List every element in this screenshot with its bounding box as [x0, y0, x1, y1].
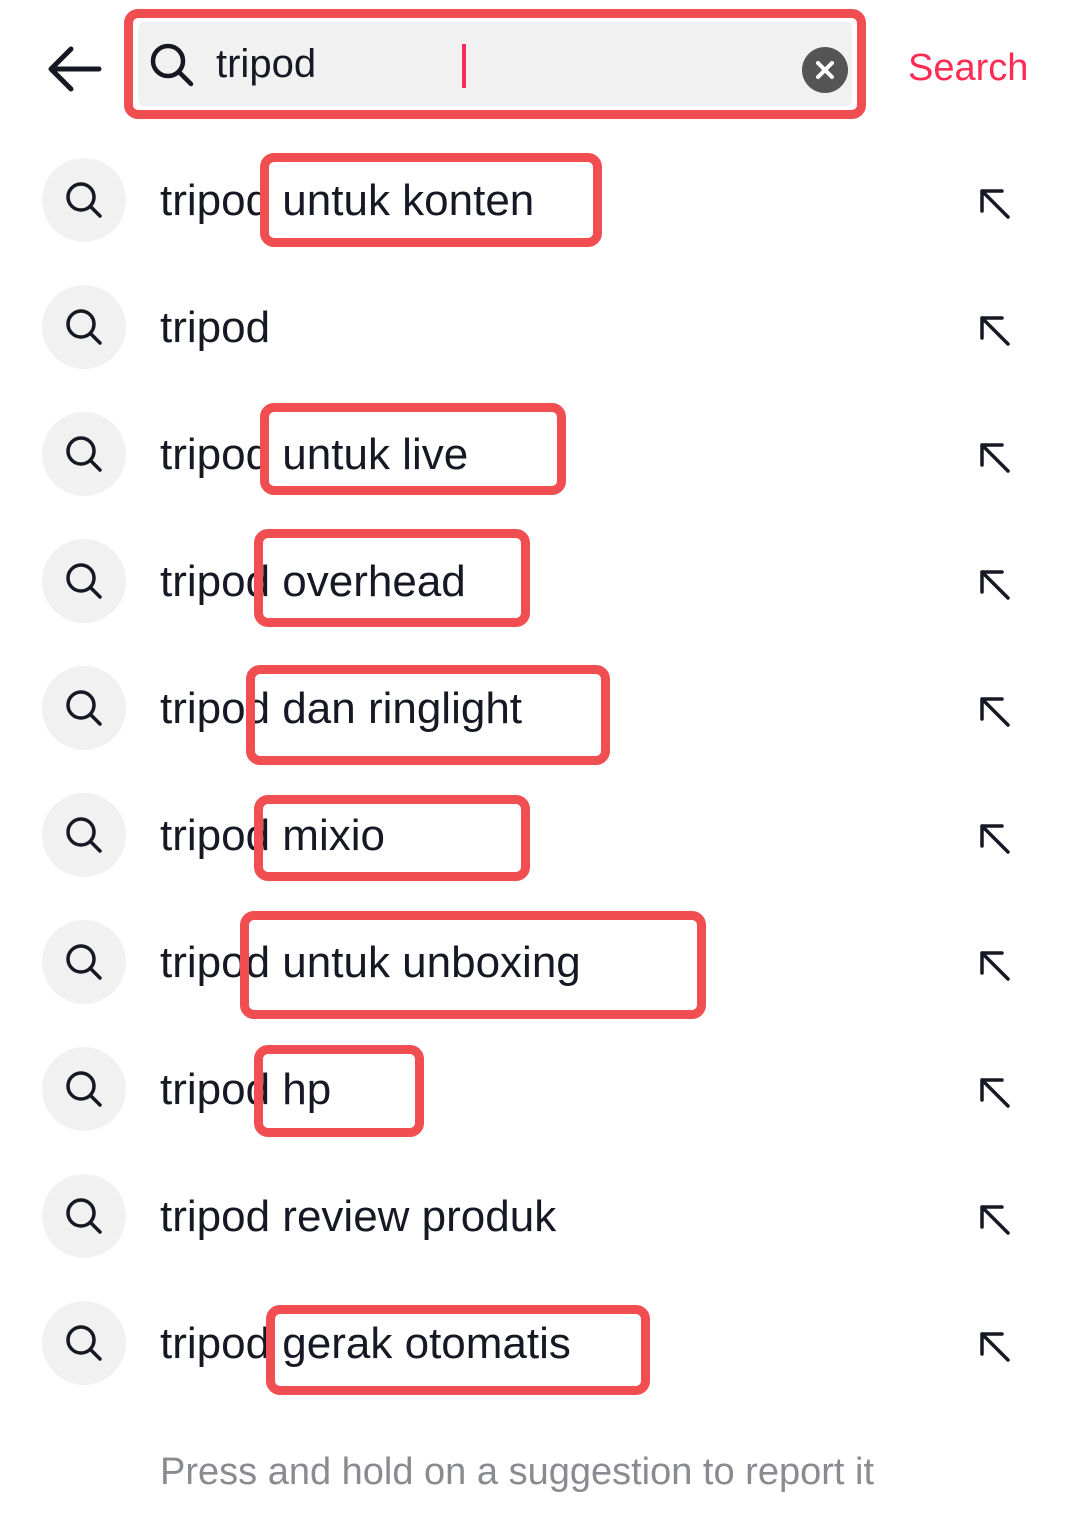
fill-suggestion-button[interactable]: [968, 431, 1020, 483]
suggestion-search-icon-wrap: [42, 1174, 126, 1258]
clear-button[interactable]: [802, 47, 848, 93]
suggestion-query-part: tripod: [160, 811, 271, 860]
suggestion-item[interactable]: tripod dan ringlight: [0, 645, 1080, 772]
suggestion-text: tripod dan ringlight: [160, 683, 522, 735]
suggestion-item[interactable]: tripod untuk unboxing: [0, 899, 1080, 1026]
suggestion-item[interactable]: tripod hp: [0, 1026, 1080, 1153]
suggestion-completion-part: untuk unboxing: [270, 938, 581, 987]
arrow-up-left-icon: [980, 1332, 1010, 1362]
fill-suggestion-button[interactable]: [968, 558, 1020, 610]
fill-suggestion-button[interactable]: [968, 1066, 1020, 1118]
fill-suggestion-button[interactable]: [968, 304, 1020, 356]
search-bar[interactable]: [138, 22, 852, 106]
suggestion-query-part: tripod: [160, 176, 271, 225]
fill-suggestion-button[interactable]: [968, 177, 1020, 229]
suggestion-list: tripod untuk konten tripod tripod untuk li…: [0, 137, 1080, 1407]
suggestion-completion-part: dan ringlight: [270, 684, 523, 733]
suggestion-text: tripod review produk: [160, 1191, 556, 1243]
suggestion-completion-part: untuk live: [270, 430, 469, 479]
search-icon: [66, 817, 102, 853]
suggestion-search-icon-wrap: [42, 1047, 126, 1131]
fill-suggestion-button[interactable]: [968, 939, 1020, 991]
search-icon: [66, 690, 102, 726]
text-cursor: [462, 44, 466, 88]
arrow-up-left-icon: [980, 570, 1010, 600]
suggestion-search-icon-wrap: [42, 666, 126, 750]
suggestion-item[interactable]: tripod overhead: [0, 518, 1080, 645]
suggestion-query-part: tripod: [160, 684, 271, 733]
search-icon: [66, 1325, 102, 1361]
suggestion-query-part: tripod: [160, 938, 271, 987]
suggestion-completion-part: untuk konten: [270, 176, 535, 225]
suggestion-search-icon-wrap: [42, 412, 126, 496]
suggestion-completion-part: hp: [270, 1065, 332, 1114]
search-icon: [150, 43, 194, 87]
suggestion-text: tripod overhead: [160, 556, 466, 608]
suggestion-text: tripod untuk konten: [160, 175, 534, 227]
fill-suggestion-button[interactable]: [968, 685, 1020, 737]
suggestion-query-part: tripod: [160, 430, 271, 479]
suggestion-query-part: tripod: [160, 1192, 271, 1241]
search-icon: [66, 944, 102, 980]
suggestion-text: tripod hp: [160, 1064, 331, 1116]
fill-suggestion-button[interactable]: [968, 1193, 1020, 1245]
suggestion-text: tripod untuk unboxing: [160, 937, 581, 989]
suggestion-item[interactable]: tripod: [0, 264, 1080, 391]
suggestion-search-icon-wrap: [42, 920, 126, 1004]
suggestion-item[interactable]: tripod mixio: [0, 772, 1080, 899]
arrow-up-left-icon: [980, 189, 1010, 219]
suggestion-completion-part: review produk: [270, 1192, 557, 1241]
suggestion-text: tripod: [160, 302, 270, 354]
arrow-up-left-icon: [980, 316, 1010, 346]
suggestion-query-part: tripod: [160, 557, 271, 606]
suggestion-search-icon-wrap: [42, 158, 126, 242]
suggestion-search-icon-wrap: [42, 1301, 126, 1385]
suggestion-item[interactable]: tripod untuk live: [0, 391, 1080, 518]
suggestion-search-icon-wrap: [42, 539, 126, 623]
suggestion-text: tripod mixio: [160, 810, 385, 862]
suggestion-search-icon-wrap: [42, 793, 126, 877]
report-hint: Press and hold on a suggestion to report…: [160, 1451, 875, 1493]
suggestion-item[interactable]: tripod review produk: [0, 1153, 1080, 1280]
suggestion-item[interactable]: tripod untuk konten: [0, 137, 1080, 264]
arrow-up-left-icon: [980, 951, 1010, 981]
suggestion-query-part: tripod: [160, 1065, 271, 1114]
suggestion-text: tripod gerak otomatis: [160, 1318, 571, 1370]
suggestion-completion-part: overhead: [270, 557, 466, 606]
search-icon: [66, 309, 102, 345]
suggestion-text: tripod untuk live: [160, 429, 468, 481]
arrow-up-left-icon: [980, 443, 1010, 473]
suggestion-query-part: tripod: [160, 303, 271, 352]
search-icon: [66, 563, 102, 599]
search-icon: [66, 436, 102, 472]
search-icon: [66, 1071, 102, 1107]
suggestion-completion-part: gerak otomatis: [270, 1319, 571, 1368]
top-bar: Search: [0, 0, 1080, 140]
arrow-up-left-icon: [980, 1205, 1010, 1235]
arrow-up-left-icon: [980, 824, 1010, 854]
back-button[interactable]: [38, 38, 108, 100]
arrow-up-left-icon: [980, 1078, 1010, 1108]
fill-suggestion-button[interactable]: [968, 1320, 1020, 1372]
search-input[interactable]: [216, 36, 776, 92]
search-icon: [66, 182, 102, 218]
clear-x-icon: [816, 61, 834, 79]
suggestion-item[interactable]: tripod gerak otomatis: [0, 1280, 1080, 1407]
search-icon: [66, 1198, 102, 1234]
arrow-left-icon: [48, 46, 102, 92]
fill-suggestion-button[interactable]: [968, 812, 1020, 864]
arrow-up-left-icon: [980, 697, 1010, 727]
suggestion-completion-part: mixio: [270, 811, 385, 860]
search-button[interactable]: Search: [908, 44, 1028, 92]
suggestion-search-icon-wrap: [42, 285, 126, 369]
suggestion-query-part: tripod: [160, 1319, 271, 1368]
